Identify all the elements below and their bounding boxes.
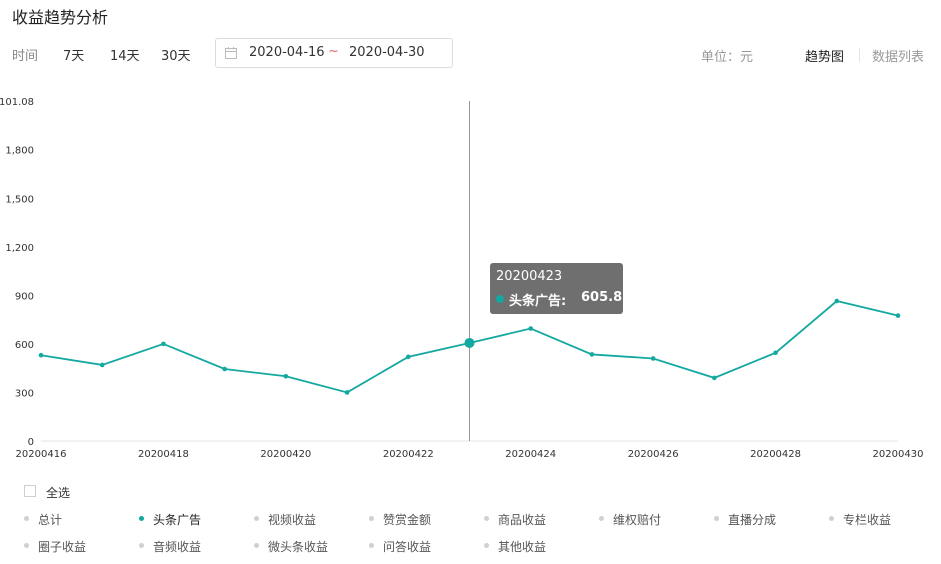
legend-label: 直播分成: [728, 513, 777, 527]
y-tick-label: 600: [15, 340, 34, 351]
legend-label: 问答收益: [383, 540, 432, 554]
y-tick-label: 2,101.08: [0, 97, 34, 108]
x-tick-label: 20200424: [505, 449, 556, 460]
calendar-icon: [225, 47, 237, 59]
legend-dot: [484, 516, 489, 521]
x-tick-label: 20200428: [750, 449, 801, 460]
y-tick-label: 1,200: [5, 243, 34, 254]
tooltip-series-dot: [496, 295, 504, 303]
legend-label: 圈子收益: [38, 540, 87, 554]
tooltip-date: 20200423: [496, 269, 563, 284]
legend-dot: [369, 516, 374, 521]
data-point: [344, 390, 350, 395]
data-point: [773, 350, 778, 356]
legend-label: 赞赏金额: [383, 513, 432, 527]
legend-dot: [24, 543, 29, 548]
x-tick-label: 20200422: [383, 449, 434, 460]
x-tick-label: 20200426: [628, 449, 679, 460]
legend-label: 总计: [38, 513, 63, 527]
legend-dot: [599, 516, 604, 521]
legend-dot: [484, 543, 489, 548]
trend-chart: 0 300 600 900 1,200 1,500 1,800 2,101.08 2020041…: [0, 97, 924, 460]
data-point: [38, 352, 44, 358]
tab-trend-chart[interactable]: 趋势图: [805, 46, 844, 65]
time-label: 时间: [12, 49, 39, 64]
end-date-input[interactable]: 2020-04-30: [349, 45, 425, 60]
data-point: [528, 326, 534, 331]
data-point: [283, 373, 289, 379]
start-date-input[interactable]: 2020-04-16: [249, 45, 325, 60]
legend-dot: [24, 516, 29, 521]
range-30d-button[interactable]: 30天: [161, 45, 191, 64]
select-all-checkbox[interactable]: [24, 485, 36, 497]
legend-dot: [369, 543, 374, 548]
legend-label: 头条广告: [153, 513, 202, 527]
range-14d-button[interactable]: 14天: [110, 45, 140, 64]
legend-label: 微头条收益: [268, 540, 329, 554]
legend-label: 专栏收益: [843, 513, 892, 527]
y-tick-label: 0: [28, 437, 34, 448]
date-range-picker[interactable]: 2020-04-16 ~ 2020-04-30: [215, 38, 453, 68]
legend-label: 商品收益: [498, 513, 547, 527]
chart-tooltip: 20200423 头条广告: 605.87: [490, 263, 631, 314]
page-title: 收益趋势分析: [12, 8, 109, 27]
tooltip-value: 605.87: [581, 290, 632, 305]
legend-dot: [139, 543, 144, 548]
data-point: [161, 341, 166, 347]
legend-label: 音频收益: [153, 540, 202, 554]
x-tick-label: 20200418: [138, 449, 189, 460]
data-point: [834, 298, 840, 304]
date-range-toolbar: 时间 7天 14天 30天 2020-04-16 ~ 2020-04-30 单位…: [12, 38, 929, 70]
x-tick-label: 20200420: [260, 449, 311, 460]
data-point: [99, 362, 105, 368]
data-point: [405, 354, 411, 360]
data-point: [589, 352, 595, 357]
data-point: [650, 356, 656, 361]
tab-divider: [859, 48, 860, 62]
y-tick-label: 900: [15, 291, 34, 302]
data-point: [712, 375, 717, 381]
unit-label: 单位：元: [701, 50, 754, 65]
data-point: [895, 313, 901, 318]
legend-dot: [139, 516, 144, 521]
y-tick-label: 1,800: [5, 146, 34, 157]
date-separator: ~: [328, 44, 339, 59]
data-point: [222, 366, 227, 372]
y-tick-label: 300: [15, 388, 34, 399]
legend-label: 其他收益: [498, 540, 547, 554]
tab-data-list[interactable]: 数据列表: [872, 46, 924, 65]
legend-dot: [829, 516, 834, 521]
x-tick-label: 20200416: [16, 449, 67, 460]
legend-dot: [254, 516, 259, 521]
legend-dot: [254, 543, 259, 548]
tooltip-series-name: 头条广告:: [509, 294, 567, 309]
x-tick-label: 20200430: [873, 449, 924, 460]
y-tick-label: 1,500: [5, 194, 34, 205]
legend-label: 维权赔付: [613, 513, 662, 527]
legend-label: 视频收益: [268, 513, 317, 527]
legend-dot: [714, 516, 719, 521]
select-all-label: 全选: [46, 486, 71, 500]
range-7d-button[interactable]: 7天: [63, 45, 84, 64]
data-point: [464, 337, 475, 348]
